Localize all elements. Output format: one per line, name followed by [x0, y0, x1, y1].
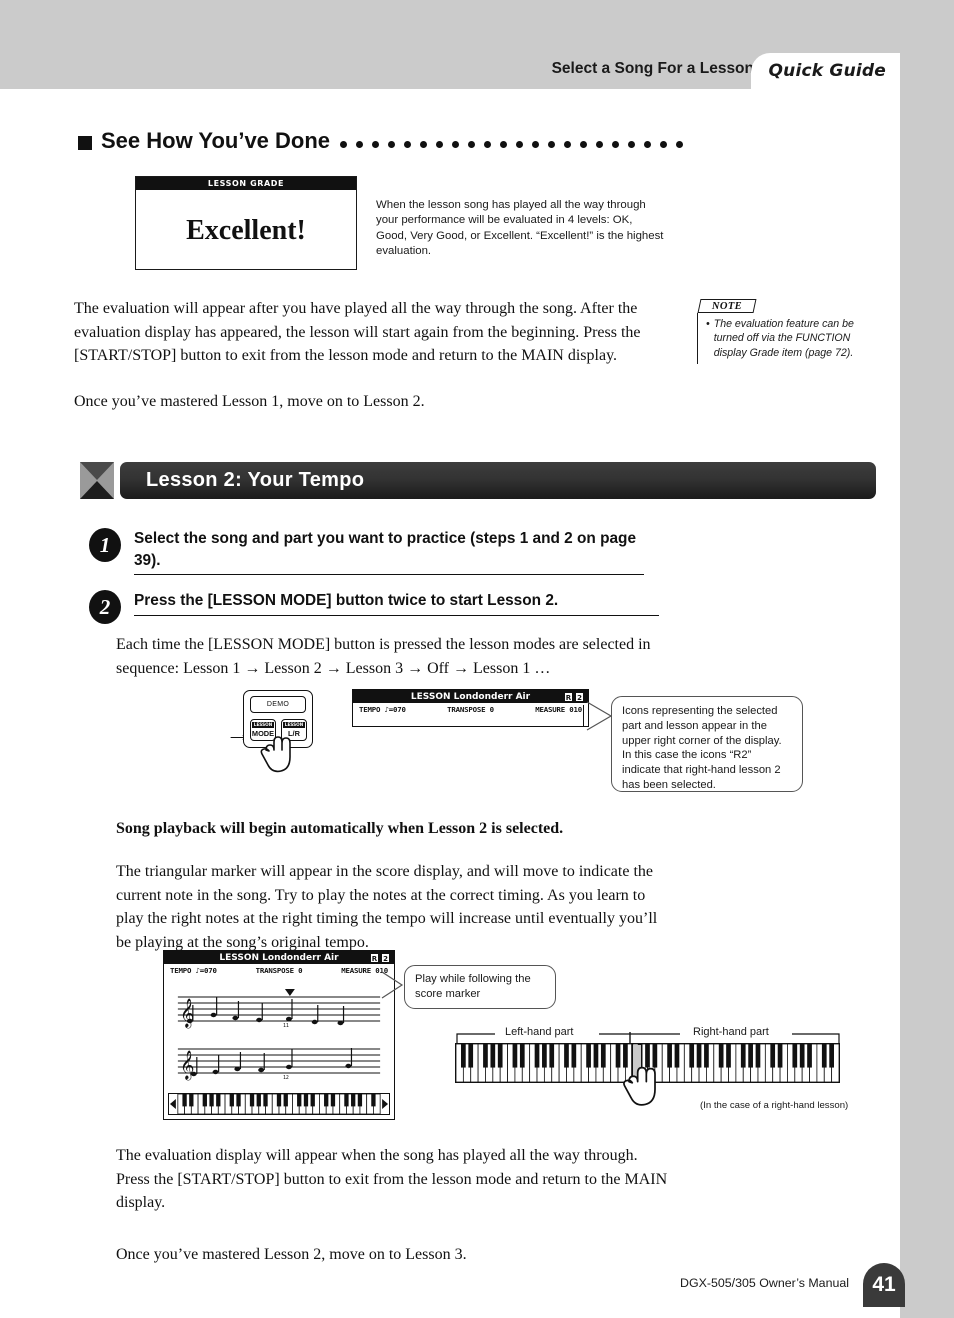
- note-box: NOTE • The evaluation feature can be tur…: [697, 299, 875, 365]
- heading-dot: [612, 141, 620, 148]
- heading-dot: [388, 141, 396, 148]
- heading-dot: [660, 141, 668, 148]
- lcd-small-title-text: LESSON Londonderr Air: [410, 691, 531, 702]
- lcd-small-status-row: TEMPO ♪=070 TRANSPOSE 0 MEASURE 010: [353, 703, 588, 714]
- lcd-small-titlebar: LESSON Londonderr Air R 2: [353, 690, 588, 703]
- heading-dot: [340, 141, 348, 148]
- heading-dot: [644, 141, 652, 148]
- lcd-small-tempo: TEMPO ♪=070: [359, 705, 406, 714]
- lesson-grade-caption: When the lesson song has played all the …: [376, 199, 664, 258]
- section-heading-label: See How You’ve Done: [101, 128, 331, 153]
- demo-button[interactable]: DEMO: [250, 696, 306, 713]
- step-2-badge: 2: [89, 590, 121, 624]
- paragraph-mastered-lesson2: Once you’ve mastered Lesson 2, move on t…: [116, 1246, 467, 1263]
- lcd-big-badges: R 2: [370, 952, 390, 963]
- heading-dot: [596, 141, 604, 148]
- right-hand-case-note: (In the case of a right-hand lesson): [700, 1100, 849, 1111]
- note-bullet-icon: •: [706, 318, 710, 330]
- lcd-big-transpose: TRANSPOSE 0: [255, 966, 303, 975]
- heading-dot: [484, 141, 492, 148]
- step-1-text: Select the song and part you want to pra…: [134, 528, 644, 575]
- section-heading-see-how: See How You’ve Done: [78, 128, 684, 154]
- quick-guide-tab: Quick Guide: [750, 53, 900, 89]
- demo-button-label: DEMO: [266, 701, 290, 708]
- heading-dot: [564, 141, 572, 148]
- step-1-badge: 1: [89, 528, 121, 562]
- lcd-small-badge-2: 2: [575, 691, 584, 702]
- heading-dot: [452, 141, 460, 148]
- step-1: 1 Select the song and part you want to p…: [89, 528, 644, 575]
- callout-icons-explanation: Icons representing the selected part and…: [611, 696, 803, 792]
- footer-manual-name: DGX-505/305 Owner’s Manual: [680, 1276, 849, 1290]
- heading-dot: [372, 141, 380, 148]
- lesson-mode-tag: LESSON: [251, 722, 275, 728]
- hand-pointer-icon: [260, 736, 291, 773]
- heading-dot: [628, 141, 636, 148]
- lesson-banner-title: Lesson 2: Your Tempo: [146, 469, 365, 491]
- paragraph-triangular-marker: The triangular marker will appear in the…: [116, 863, 658, 951]
- hourglass-bottom-triangle: [80, 481, 114, 499]
- page-number-badge: 41: [863, 1263, 905, 1307]
- hand-pointer-keyboard-icon: [623, 1066, 656, 1106]
- note-text: The evaluation feature can be turned off…: [713, 318, 854, 359]
- heading-dot: [676, 141, 684, 148]
- lcd-big-status-row: TEMPO ♪=070 TRANSPOSE 0 MEASURE 010: [164, 964, 394, 975]
- lcd-small-badge-r: R: [564, 691, 573, 702]
- svg-text:12: 12: [283, 1075, 289, 1081]
- lcd-big-title-text: LESSON Londonderr Air: [219, 952, 339, 963]
- lesson-banner: Lesson 2: Your Tempo: [80, 462, 876, 499]
- hourglass-icon: [80, 462, 114, 499]
- paragraph-evaluation-display: The evaluation display will appear when …: [116, 1147, 668, 1211]
- lcd-big-badge-2: 2: [381, 952, 390, 963]
- manual-page: Select a Song For a Lesson Quick Guide S…: [0, 0, 954, 1318]
- lesson-grade-display: LESSON GRADE Excellent!: [135, 176, 357, 270]
- header-section-title: Select a Song For a Lesson: [551, 60, 754, 77]
- heading-dot-run: [331, 141, 684, 148]
- score-staves: 𝄞 11 𝄞 12: [177, 989, 381, 1081]
- lcd-display-score: LESSON Londonderr Air R 2 TEMPO ♪=070 TR…: [163, 950, 395, 1120]
- left-hand-part-label: Left-hand part: [500, 1026, 579, 1038]
- heading-dot: [420, 141, 428, 148]
- heading-dot: [404, 141, 412, 148]
- hourglass-top-triangle: [80, 462, 114, 480]
- heading-dot: [468, 141, 476, 148]
- lcd-mini-keyboard: [168, 1093, 390, 1115]
- lcd-small-transpose: TRANSPOSE 0: [447, 705, 494, 714]
- lcd-big-titlebar: LESSON Londonderr Air R 2: [164, 951, 394, 964]
- heading-dot: [580, 141, 588, 148]
- lcd-big-badge-r: R: [370, 952, 379, 963]
- note-body: • The evaluation feature can be turned o…: [697, 313, 875, 365]
- right-margin-strip: [900, 0, 954, 1318]
- lesson-grade-titlebar: LESSON GRADE: [136, 177, 356, 190]
- lesson-lr-tag: LESSON: [282, 722, 306, 728]
- lesson-grade-bar-label: LESSON GRADE: [207, 179, 285, 188]
- heading-dot: [532, 141, 540, 148]
- callout-score-marker: Play while following the score marker: [404, 965, 556, 1009]
- paragraph-lesson-sequence: Each time the [LESSON MODE] button is pr…: [116, 636, 651, 677]
- heading-dot: [516, 141, 524, 148]
- lesson-grade-value: Excellent!: [186, 215, 306, 246]
- note-tab: NOTE: [697, 299, 757, 313]
- lcd-small-badges: R 2: [564, 691, 584, 702]
- heading-dot: [356, 141, 364, 148]
- note-label: NOTE: [711, 300, 743, 312]
- heading-dot: [436, 141, 444, 148]
- lcd-small-divider: [582, 705, 584, 726]
- right-hand-part-label: Right-hand part: [688, 1026, 774, 1038]
- paragraph-evaluation: The evaluation will appear after you hav…: [74, 300, 641, 364]
- step-2-text: Press the [LESSON MODE] button twice to …: [134, 590, 659, 616]
- heading-dot: [548, 141, 556, 148]
- lcd-small-measure: MEASURE 010: [535, 705, 582, 714]
- lcd-big-tempo: TEMPO ♪=070: [170, 966, 217, 975]
- quick-guide-label: Quick Guide: [768, 61, 886, 81]
- lcd-display-small: LESSON Londonderr Air R 2 TEMPO ♪=070 TR…: [352, 689, 589, 727]
- paragraph-mastered-lesson1: Once you’ve mastered Lesson 1, move on t…: [74, 393, 425, 410]
- heading-dot: [500, 141, 508, 148]
- paragraph-song-playback-bold: Song playback will begin automatically w…: [116, 820, 564, 837]
- svg-text:11: 11: [283, 1023, 289, 1029]
- square-bullet-icon: [78, 135, 92, 150]
- step-2: 2 Press the [LESSON MODE] button twice t…: [89, 590, 659, 624]
- score-marker-triangle: [284, 989, 295, 996]
- lesson-banner-bar: Lesson 2: Your Tempo: [120, 462, 876, 499]
